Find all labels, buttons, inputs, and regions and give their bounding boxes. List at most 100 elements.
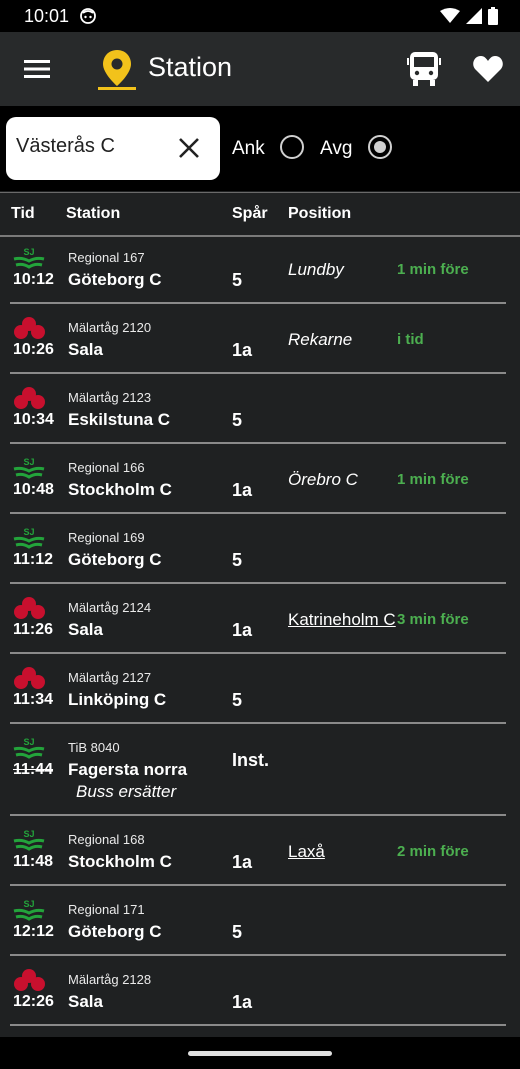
column-station: Station <box>66 205 121 222</box>
track: 1a <box>232 992 253 1012</box>
location-pin-icon <box>98 50 136 90</box>
home-gesture-bar[interactable] <box>188 1051 332 1056</box>
destination: Sala <box>68 620 103 639</box>
train-number: Regional 166 <box>68 460 145 475</box>
replacement-note: Buss ersätter <box>76 782 177 801</box>
delay-status: 1 min före <box>397 471 469 488</box>
malartag-logo-icon <box>14 317 45 339</box>
row-divider <box>10 1024 506 1026</box>
train-number: Regional 167 <box>68 250 145 265</box>
table-row[interactable]: 11:34 Mälartåg 2127 Linköping C 5 <box>0 654 520 724</box>
train-number: Mälartåg 2123 <box>68 390 152 405</box>
departures-radio[interactable] <box>368 135 392 159</box>
track: 5 <box>232 270 243 290</box>
destination: Göteborg C <box>68 922 162 941</box>
table-row[interactable]: 12:26 Mälartåg 2128 Sala 1a <box>0 956 520 1026</box>
track: 5 <box>232 410 243 430</box>
train-number: Regional 168 <box>68 832 145 847</box>
table-row[interactable]: SJ 11:12 Regional 169 Göteborg C 5 <box>0 514 520 584</box>
train-number: Regional 169 <box>68 530 145 545</box>
sj-logo-icon: SJ <box>13 899 45 921</box>
train-number: TiB 8040 <box>68 740 120 755</box>
battery-icon <box>488 7 498 25</box>
page-title: Station <box>148 52 233 82</box>
delay-status: i tid <box>397 331 424 348</box>
train-number: Mälartåg 2124 <box>68 600 152 615</box>
table-row[interactable]: SJ 12:12 Regional 171 Göteborg C 5 <box>0 886 520 956</box>
departure-list: SJ 10:12 Regional 167 Göteborg C 5 Lundb… <box>0 234 520 1026</box>
departure-time: 11:48 <box>13 853 54 870</box>
track: 1a <box>232 340 253 360</box>
status-bar: 10:01 <box>0 0 520 32</box>
table-row[interactable]: SJ 10:48 Regional 166 Stockholm C 1a Öre… <box>0 444 520 514</box>
sj-logo-icon: SJ <box>13 737 45 759</box>
station-search-box[interactable] <box>6 117 220 180</box>
table-header: Tid Station Spår Position <box>0 192 520 237</box>
destination: Fagersta norra <box>68 760 188 779</box>
train-position-link[interactable]: Katrineholm C <box>288 610 396 630</box>
train-position-link[interactable]: Laxå <box>288 842 325 862</box>
svg-text:SJ: SJ <box>23 829 34 839</box>
status-time: 10:01 <box>24 6 70 26</box>
departure-time: 10:34 <box>13 411 54 428</box>
track: 5 <box>232 550 243 570</box>
svg-text:SJ: SJ <box>23 457 34 467</box>
malartag-logo-icon <box>14 969 45 991</box>
train-number: Mälartåg 2127 <box>68 670 152 685</box>
search-filter-bar: Ank Avg <box>0 106 520 191</box>
train-position: Örebro C <box>288 470 358 489</box>
svg-text:SJ: SJ <box>23 899 34 909</box>
station-search-input[interactable] <box>16 135 176 158</box>
train-number: Regional 171 <box>68 902 145 917</box>
departure-time: 12:12 <box>13 923 54 940</box>
delay-status: 2 min före <box>397 843 469 860</box>
destination: Eskilstuna C <box>68 410 171 429</box>
train-position: Lundby <box>288 260 344 279</box>
departure-time: 11:34 <box>13 691 54 708</box>
signal-icon <box>466 8 482 24</box>
departures-label: Avg <box>320 138 353 159</box>
departure-time-cancelled: 11:44 <box>13 761 54 778</box>
departure-time: 10:48 <box>13 481 54 498</box>
table-row[interactable]: 10:34 Mälartåg 2123 Eskilstuna C 5 <box>0 374 520 444</box>
notification-icon <box>80 8 96 24</box>
table-row[interactable]: SJ 11:48 Regional 168 Stockholm C 1a Lax… <box>0 816 520 886</box>
destination: Göteborg C <box>68 550 162 569</box>
track: 5 <box>232 922 243 942</box>
departure-time: 10:26 <box>13 341 54 358</box>
track: 1a <box>232 620 253 640</box>
track: 1a <box>232 480 253 500</box>
train-number: Mälartåg 2120 <box>68 320 152 335</box>
sj-logo-icon: SJ <box>13 247 45 269</box>
svg-text:SJ: SJ <box>23 527 34 537</box>
column-position: Position <box>288 205 352 222</box>
arrivals-label: Ank <box>232 138 265 159</box>
menu-icon[interactable] <box>24 58 50 80</box>
clear-icon[interactable] <box>178 137 200 159</box>
destination: Sala <box>68 992 103 1011</box>
table-row[interactable]: SJ 10:12 Regional 167 Göteborg C 5 Lundb… <box>0 234 520 304</box>
malartag-logo-icon <box>14 667 45 689</box>
column-track: Spår <box>232 205 268 222</box>
departure-time: 11:26 <box>13 621 54 638</box>
delay-status: 3 min före <box>397 611 469 628</box>
malartag-logo-icon <box>14 597 45 619</box>
svg-text:SJ: SJ <box>23 247 34 257</box>
track: 1a <box>232 852 253 872</box>
table-row[interactable]: 11:26 Mälartåg 2124 Sala 1a Katrineholm … <box>0 584 520 654</box>
system-nav-bar <box>0 1037 520 1069</box>
table-row[interactable]: SJ 11:44 TiB 8040 Fagersta norra Buss er… <box>0 724 520 816</box>
destination: Sala <box>68 340 103 359</box>
departure-time: 10:12 <box>13 271 54 288</box>
svg-text:SJ: SJ <box>23 737 34 747</box>
table-row[interactable]: 10:26 Mälartåg 2120 Sala 1a Rekarne i ti… <box>0 304 520 374</box>
sj-logo-icon: SJ <box>13 829 45 851</box>
favorite-icon[interactable] <box>472 54 504 84</box>
app-bar: Station <box>0 32 520 106</box>
bus-icon[interactable] <box>407 51 441 87</box>
arrivals-radio[interactable] <box>280 135 304 159</box>
delay-status: 1 min före <box>397 261 469 278</box>
departure-time: 12:26 <box>13 993 54 1010</box>
malartag-logo-icon <box>14 387 45 409</box>
train-number: Mälartåg 2128 <box>68 972 152 987</box>
